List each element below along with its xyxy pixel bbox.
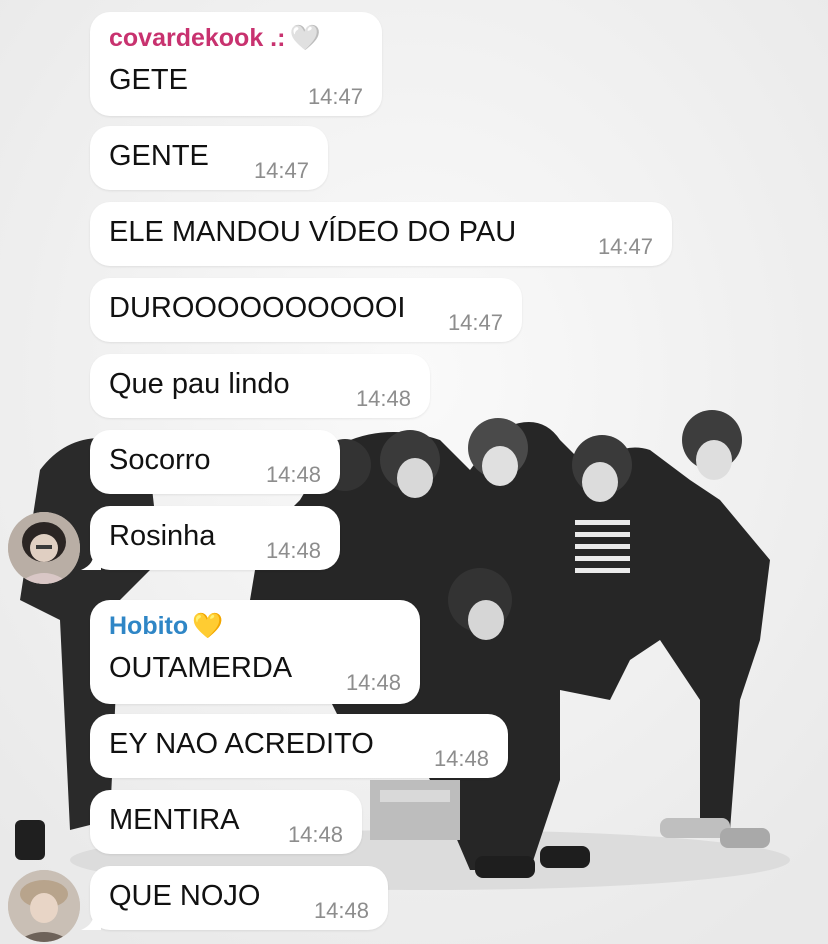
message-timestamp: 14:48 (345, 670, 401, 695)
message-bubble[interactable]: Hobito 💛 OUTAMERDA 14:48 (90, 600, 420, 704)
user-avatar-icon (8, 870, 80, 942)
message-bubble[interactable]: QUE NOJO 14:48 (81, 866, 388, 930)
message-text: OUTAMERDA (109, 652, 293, 684)
message-text: ELE MANDOU VÍDEO DO PAU (109, 216, 517, 248)
bubble-tail (81, 912, 101, 930)
message-timestamp: 14:48 (265, 462, 321, 487)
sender-avatar[interactable] (8, 870, 80, 942)
sender-name[interactable]: Hobito 💛 (109, 612, 223, 641)
message-text: EY NAO ACREDITO (109, 728, 374, 760)
message-text: GENTE (109, 140, 209, 172)
message-bubble[interactable]: Socorro 14:48 (90, 430, 340, 494)
message-text: Rosinha (109, 520, 216, 552)
message-bubble[interactable]: EY NAO ACREDITO 14:48 (90, 714, 508, 778)
user-avatar-icon (8, 512, 80, 584)
message-timestamp: 14:47 (307, 84, 363, 109)
bubble-tail (81, 552, 101, 570)
message-timestamp: 14:48 (313, 898, 369, 923)
message-bubble[interactable]: DUROOOOOOOOOOI 14:47 (90, 278, 522, 342)
message-bubble[interactable]: Que pau lindo 14:48 (90, 354, 430, 418)
message-timestamp: 14:48 (287, 822, 343, 847)
message-timestamp: 14:48 (355, 386, 411, 411)
sender-avatar[interactable] (8, 512, 80, 584)
sender-name-text: covardekook .: (109, 24, 286, 52)
message-bubble[interactable]: Rosinha 14:48 (81, 506, 340, 570)
message-timestamp: 14:48 (265, 538, 321, 563)
message-bubble[interactable]: GENTE 14:47 (90, 126, 328, 190)
sender-name[interactable]: covardekook .: 🤍 (109, 24, 321, 53)
message-timestamp: 14:47 (447, 310, 503, 335)
message-text: Socorro (109, 444, 211, 476)
message-text: QUE NOJO (109, 880, 261, 912)
message-bubble[interactable]: covardekook .: 🤍 GETE 14:47 (90, 12, 382, 116)
message-timestamp: 14:47 (597, 234, 653, 259)
message-bubble[interactable]: MENTIRA 14:48 (90, 790, 362, 854)
message-text: Que pau lindo (109, 368, 290, 400)
message-timestamp: 14:47 (253, 158, 309, 183)
message-text: GETE (109, 64, 188, 96)
white-heart-icon: 🤍 (289, 24, 321, 52)
message-bubble[interactable]: ELE MANDOU VÍDEO DO PAU 14:47 (90, 202, 672, 266)
yellow-heart-icon: 💛 (192, 612, 224, 640)
sender-name-text: Hobito (109, 612, 189, 640)
message-timestamp: 14:48 (433, 746, 489, 771)
message-text: DUROOOOOOOOOOI (109, 292, 406, 324)
message-text: MENTIRA (109, 804, 240, 836)
